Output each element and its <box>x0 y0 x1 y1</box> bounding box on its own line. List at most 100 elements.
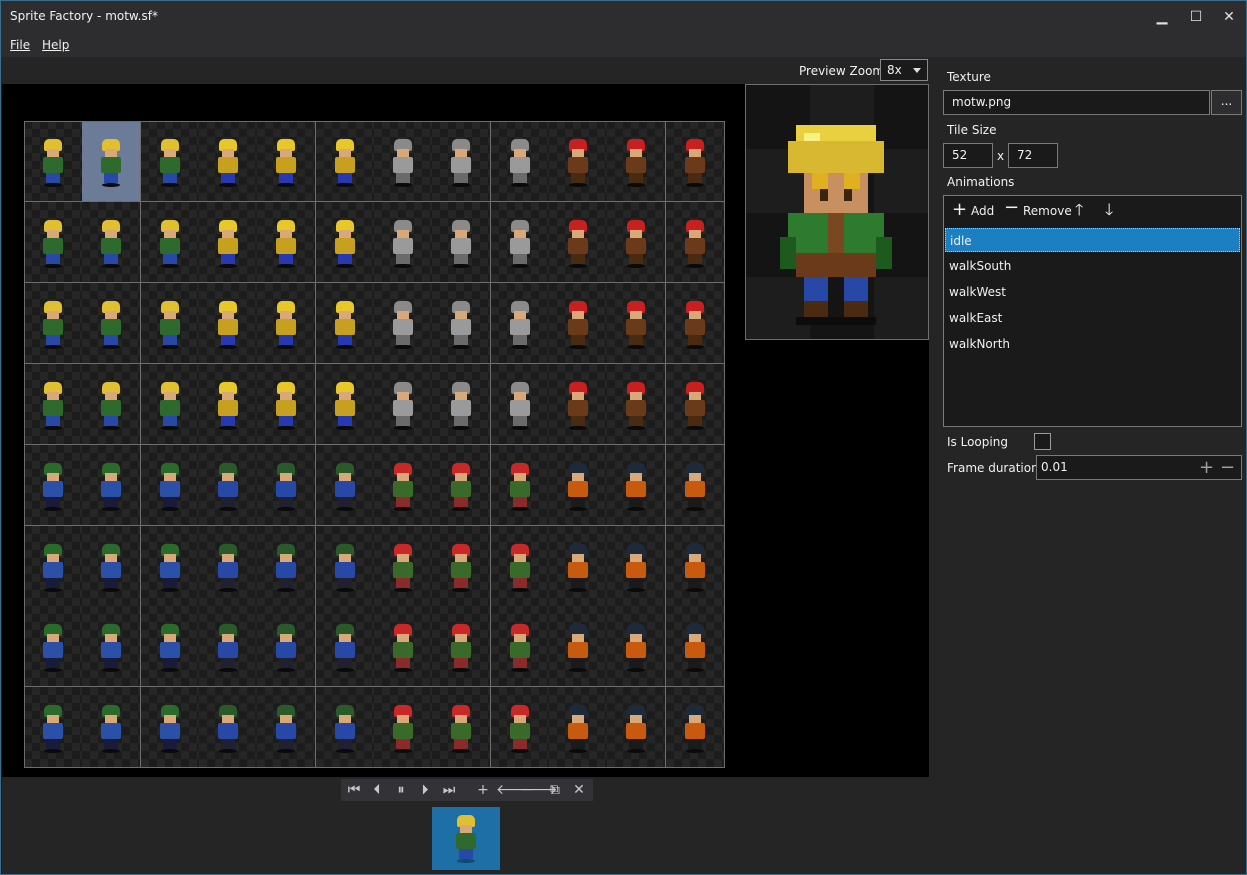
sprite-cell[interactable] <box>82 282 142 364</box>
minimize-button[interactable]: ▁ <box>1145 1 1179 33</box>
sprite-cell[interactable] <box>374 121 434 202</box>
sprite-cell[interactable] <box>82 687 142 769</box>
animation-item-walkwest[interactable]: walkWest <box>945 280 1240 304</box>
sprite-cell[interactable] <box>199 606 259 688</box>
pause-button[interactable]: ⏸ <box>390 780 412 800</box>
menu-file[interactable]: File <box>10 38 30 52</box>
sprite-cell[interactable] <box>549 606 609 688</box>
sprite-cell[interactable] <box>490 363 550 445</box>
sprite-cell[interactable] <box>315 687 375 769</box>
sprite-cell[interactable] <box>490 282 550 364</box>
sprite-cell[interactable] <box>257 606 317 688</box>
sprite-cell[interactable] <box>24 201 83 283</box>
sprite-cell[interactable] <box>140 525 200 607</box>
sprite-cell[interactable] <box>24 121 83 202</box>
animation-item-idle[interactable]: idle <box>945 228 1240 252</box>
close-button[interactable]: ✕ <box>1212 1 1246 33</box>
sprite-cell[interactable] <box>607 282 667 364</box>
sprite-cell[interactable] <box>432 444 492 526</box>
browse-texture-button[interactable]: ... <box>1211 90 1242 115</box>
sprite-cell[interactable] <box>665 201 725 283</box>
add-frame-button[interactable]: + <box>472 780 494 800</box>
move-frame-right-button[interactable]: 🡒 <box>520 780 558 800</box>
sprite-cell[interactable] <box>490 606 550 688</box>
sprite-cell[interactable] <box>82 201 142 283</box>
sprite-cell[interactable] <box>432 201 492 283</box>
sprite-cell[interactable] <box>490 121 550 202</box>
sprite-cell[interactable] <box>257 121 317 202</box>
sprite-cell[interactable] <box>199 525 259 607</box>
sprite-cell[interactable] <box>549 687 609 769</box>
tile-height-field[interactable]: 72 <box>1008 143 1058 168</box>
sprite-cell[interactable] <box>140 121 200 202</box>
sprite-cell[interactable] <box>82 363 142 445</box>
sprite-cell[interactable] <box>315 282 375 364</box>
sprite-cell[interactable] <box>665 606 725 688</box>
arrow-up-icon[interactable]: 🡑 <box>1075 199 1083 226</box>
sprite-cell[interactable] <box>140 201 200 283</box>
sprite-cell[interactable] <box>549 201 609 283</box>
sprite-cell[interactable] <box>257 525 317 607</box>
sprite-cell[interactable] <box>374 606 434 688</box>
sprite-cell[interactable] <box>374 201 434 283</box>
sprite-cell[interactable] <box>315 606 375 688</box>
sprite-cell[interactable] <box>549 121 609 202</box>
increment-icon[interactable]: + <box>1199 457 1214 479</box>
frame-duration-field[interactable]: 0.01 + − <box>1036 455 1242 480</box>
minus-icon[interactable]: − <box>1004 197 1019 218</box>
sprite-cell[interactable] <box>549 525 609 607</box>
sprite-cell[interactable] <box>199 201 259 283</box>
sprite-cell[interactable] <box>140 606 200 688</box>
sprite-cell[interactable] <box>432 606 492 688</box>
sprite-cell[interactable] <box>665 121 725 202</box>
next-frame-button[interactable]: ⏵ <box>414 780 436 800</box>
sprite-cell[interactable] <box>432 121 492 202</box>
plus-icon[interactable]: + <box>952 199 967 220</box>
animation-item-walkeast[interactable]: walkEast <box>945 306 1240 330</box>
sprite-cell[interactable] <box>140 444 200 526</box>
sprite-cell[interactable] <box>199 121 259 202</box>
texture-field[interactable]: motw.png <box>943 90 1210 115</box>
first-frame-button[interactable]: ⏮ <box>343 780 365 800</box>
sprite-cell[interactable] <box>665 282 725 364</box>
sprite-cell[interactable] <box>257 687 317 769</box>
sprite-cell[interactable] <box>549 444 609 526</box>
sprite-cell[interactable] <box>607 121 667 202</box>
sprite-cell[interactable] <box>665 525 725 607</box>
animation-item-walknorth[interactable]: walkNorth <box>945 332 1240 356</box>
last-frame-button[interactable]: ⏭ <box>438 780 460 800</box>
move-frame-left-button[interactable]: 🡐 <box>496 780 534 800</box>
sprite-cell[interactable] <box>24 687 83 769</box>
sprite-cell[interactable] <box>315 201 375 283</box>
sprite-cell[interactable] <box>199 363 259 445</box>
sprite-cell[interactable] <box>257 201 317 283</box>
sprite-cell[interactable] <box>374 282 434 364</box>
sprite-cell[interactable] <box>432 687 492 769</box>
sprite-cell[interactable] <box>82 121 142 202</box>
sprite-cell[interactable] <box>140 282 200 364</box>
sprite-cell[interactable] <box>665 687 725 769</box>
sprite-cell[interactable] <box>199 444 259 526</box>
sprite-cell[interactable] <box>374 525 434 607</box>
sprite-cell[interactable] <box>24 282 83 364</box>
sprite-cell[interactable] <box>24 363 83 445</box>
sprite-cell[interactable] <box>549 363 609 445</box>
sprite-cell[interactable] <box>140 687 200 769</box>
tile-width-field[interactable]: 52 <box>943 143 993 168</box>
sprite-cell[interactable] <box>432 282 492 364</box>
sprite-cell[interactable] <box>432 525 492 607</box>
sprite-cell[interactable] <box>665 444 725 526</box>
arrow-down-icon[interactable]: 🡓 <box>1105 199 1113 226</box>
menu-help[interactable]: Help <box>42 38 69 52</box>
sprite-cell[interactable] <box>549 282 609 364</box>
sprite-cell[interactable] <box>257 444 317 526</box>
sprite-cell[interactable] <box>140 363 200 445</box>
sprite-cell[interactable] <box>82 525 142 607</box>
sprite-cell[interactable] <box>490 687 550 769</box>
sprite-cell[interactable] <box>24 444 83 526</box>
sprite-cell[interactable] <box>82 606 142 688</box>
sprite-cell[interactable] <box>24 525 83 607</box>
sprite-cell[interactable] <box>374 444 434 526</box>
frame-thumbnail[interactable] <box>432 807 500 870</box>
remove-animation-button[interactable]: Remove <box>1023 204 1072 218</box>
